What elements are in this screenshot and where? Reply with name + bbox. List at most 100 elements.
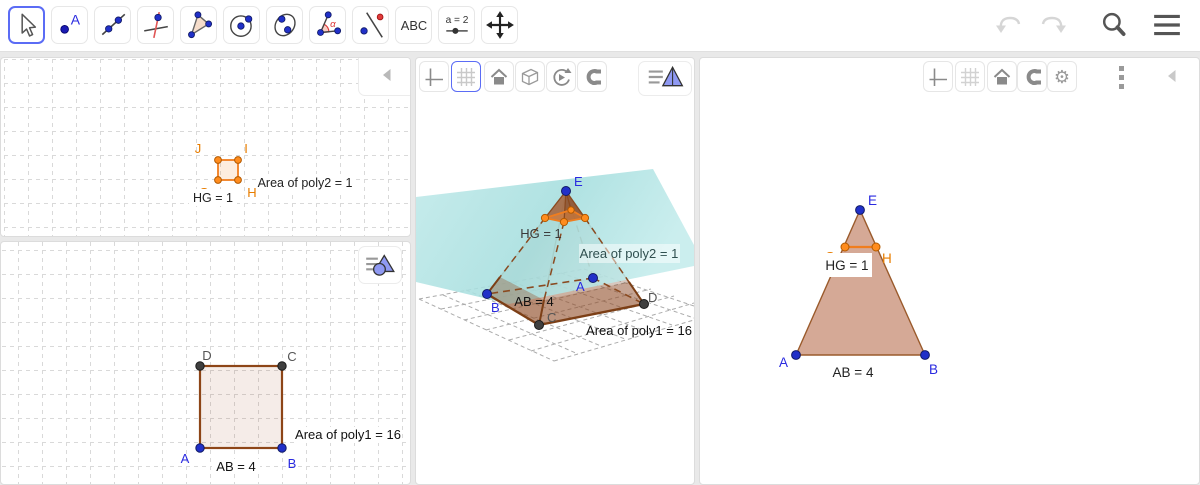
- text-abc-icon: ABC: [400, 18, 426, 33]
- rotate-view-icon: [553, 67, 572, 86]
- point-H-right[interactable]: [871, 242, 881, 252]
- tool-conic[interactable]: [266, 6, 303, 44]
- line-icon: [101, 13, 125, 36]
- point-label-E-3d: E: [574, 174, 583, 189]
- point-label-D: D: [202, 348, 211, 363]
- point-E-3d[interactable]: [561, 186, 571, 196]
- undo-button[interactable]: [992, 10, 1024, 43]
- point-G[interactable]: [214, 176, 222, 184]
- point-B-right[interactable]: [920, 350, 930, 360]
- right-axes-toggle[interactable]: [923, 61, 953, 92]
- menu-button[interactable]: [1150, 10, 1184, 43]
- tool-point[interactable]: A: [51, 6, 88, 44]
- graphics-canvas-2[interactable]: Area of poly1 = 16 AB = 4 D C A B: [1, 242, 410, 484]
- point-A[interactable]: [195, 443, 205, 453]
- view1-collapse-button[interactable]: [381, 67, 393, 86]
- home-icon: [993, 68, 1011, 84]
- reflect-icon: [359, 12, 383, 38]
- point-G-right[interactable]: [840, 242, 850, 252]
- cursor-icon: [20, 13, 36, 37]
- area2-value-text-3d: Area of poly2 = 1: [580, 246, 679, 261]
- collapse-left-icon: [383, 68, 391, 81]
- point-B[interactable]: [277, 443, 287, 453]
- ab-value-text: AB = 4: [216, 459, 255, 474]
- toolbar-actions: [992, 0, 1184, 52]
- 3d-snap-magnet-button[interactable]: [577, 61, 607, 92]
- point-label-A-right: A: [779, 355, 788, 370]
- search-icon: [1102, 12, 1126, 36]
- hg-value-text: HG = 1: [193, 191, 233, 205]
- point-label-B: B: [288, 456, 297, 471]
- tool-angle[interactable]: α: [309, 6, 346, 44]
- point-E-right[interactable]: [855, 205, 865, 215]
- magnet-icon: [1026, 68, 1041, 85]
- circle-icon: [229, 15, 252, 37]
- view1-collapsed-stylebar: [358, 58, 410, 96]
- redo-button[interactable]: [1038, 10, 1070, 43]
- gear-icon: ⚙: [1054, 67, 1070, 87]
- point-C[interactable]: [277, 361, 287, 371]
- svg-text:A: A: [70, 11, 80, 27]
- tool-slider[interactable]: a = 2: [438, 6, 475, 44]
- magnet-icon: [586, 68, 601, 85]
- point-label-B-3d: B: [491, 300, 500, 315]
- point-C-3d[interactable]: [534, 320, 544, 330]
- tool-move-view[interactable]: [481, 6, 518, 44]
- graphics-canvas-3d[interactable]: HG = 1 Area of poly2 = 1 AB = 4 Area of …: [416, 58, 694, 484]
- right-grid-toggle[interactable]: [955, 61, 985, 92]
- point-B-3d[interactable]: [482, 289, 492, 299]
- move-arrows-icon: [485, 11, 514, 39]
- angle-icon: α: [316, 11, 341, 36]
- cross-section-triangle[interactable]: [794, 208, 927, 356]
- poly1-square[interactable]: [198, 364, 284, 450]
- hamburger-menu-icon: [1154, 14, 1180, 35]
- tool-polygon[interactable]: [180, 6, 217, 44]
- point-H[interactable]: [234, 176, 242, 184]
- grid-icon: [961, 67, 979, 86]
- point-A-right[interactable]: [791, 350, 801, 360]
- tool-perpendicular-line[interactable]: [137, 6, 174, 44]
- view2-stylebar-toggle-box: [358, 246, 402, 284]
- tool-buttons: A α ABC a = 2: [8, 6, 518, 44]
- svg-text:⚙: ⚙: [1054, 67, 1070, 87]
- point-D[interactable]: [195, 361, 205, 371]
- 3d-rotate-view-button[interactable]: [546, 61, 576, 92]
- stylebar-graphics-icon: [366, 253, 395, 276]
- point-label-C-3d: C: [547, 310, 556, 325]
- tool-move-select[interactable]: [8, 6, 45, 44]
- axes-icon: [425, 68, 443, 86]
- right-home-button[interactable]: [987, 61, 1017, 92]
- point-I[interactable]: [234, 156, 242, 164]
- tool-circle[interactable]: [223, 6, 260, 44]
- point-J[interactable]: [214, 156, 222, 164]
- area1-value-text-3d: Area of poly1 = 16: [586, 323, 692, 338]
- 3d-axes-toggle[interactable]: [419, 61, 449, 92]
- tool-text[interactable]: ABC: [395, 6, 432, 44]
- undo-icon: [996, 16, 1021, 33]
- right-collapse-button[interactable]: [1166, 68, 1178, 87]
- view2-stylebar-button[interactable]: [363, 251, 397, 280]
- poly2-square[interactable]: [217, 159, 239, 181]
- svg-text:a = 2: a = 2: [445, 15, 468, 26]
- point-label-D-3d: D: [648, 290, 657, 305]
- graphics-view-cross-section: G HG = 1 E H A B AB = 4: [699, 57, 1200, 485]
- grid-icon: [457, 67, 475, 86]
- tool-reflect[interactable]: [352, 6, 389, 44]
- point-label-E-right: E: [868, 193, 877, 208]
- 3d-stylebar-button[interactable]: [645, 64, 685, 93]
- point-A-3d[interactable]: [588, 273, 598, 283]
- graphics-canvas-1[interactable]: G HG = 1 Area of poly2 = 1 J I H: [1, 58, 410, 236]
- right-settings-button[interactable]: ⚙: [1047, 61, 1077, 92]
- right-snap-magnet-button[interactable]: [1017, 61, 1047, 92]
- right-more-button[interactable]: [1112, 64, 1130, 95]
- point-label-A: A: [181, 451, 190, 466]
- graphics-canvas-4[interactable]: G HG = 1 E H A B AB = 4: [700, 58, 1199, 484]
- point-label-B-right: B: [929, 362, 938, 377]
- 3d-view-direction-button[interactable]: [515, 61, 545, 92]
- search-button[interactable]: [1098, 9, 1130, 44]
- 3d-home-button[interactable]: [484, 61, 514, 92]
- point-label-C: C: [287, 349, 296, 364]
- 3d-grid-toggle[interactable]: [451, 61, 481, 92]
- tool-line[interactable]: [94, 6, 131, 44]
- main-toolbar: A α ABC a = 2: [0, 0, 1200, 52]
